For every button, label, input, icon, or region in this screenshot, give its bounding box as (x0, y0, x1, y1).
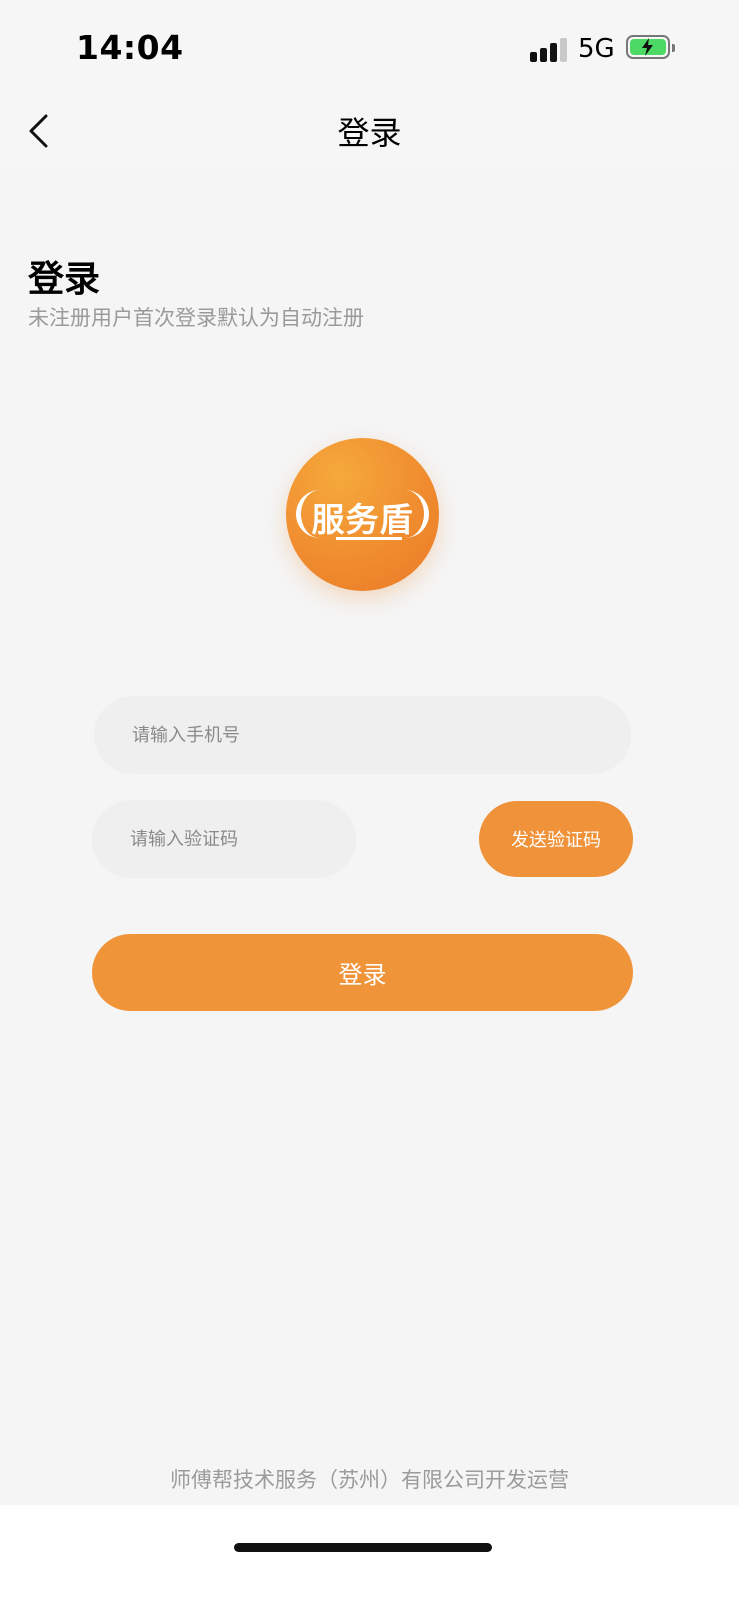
login-button[interactable]: 登录 (92, 934, 633, 1011)
logo-text: 服务盾 (311, 500, 414, 539)
home-area (0, 1505, 739, 1600)
status-time: 14:04 (76, 28, 184, 67)
battery-charging-icon (626, 35, 675, 59)
network-type: 5G (578, 34, 615, 64)
nav-title: 登录 (337, 114, 402, 152)
page-subtitle: 未注册用户首次登录默认为自动注册 (28, 306, 364, 330)
verification-code-input[interactable] (92, 800, 356, 878)
footer-text: 师傅帮技术服务（苏州）有限公司开发运营 (170, 1468, 569, 1492)
send-code-button[interactable]: 发送验证码 (479, 801, 633, 877)
app-logo: 服务盾 (286, 438, 439, 591)
signal-bars-icon (530, 36, 570, 62)
phone-input[interactable] (94, 696, 631, 774)
page-title: 登录 (28, 259, 101, 300)
home-indicator[interactable] (234, 1543, 492, 1552)
